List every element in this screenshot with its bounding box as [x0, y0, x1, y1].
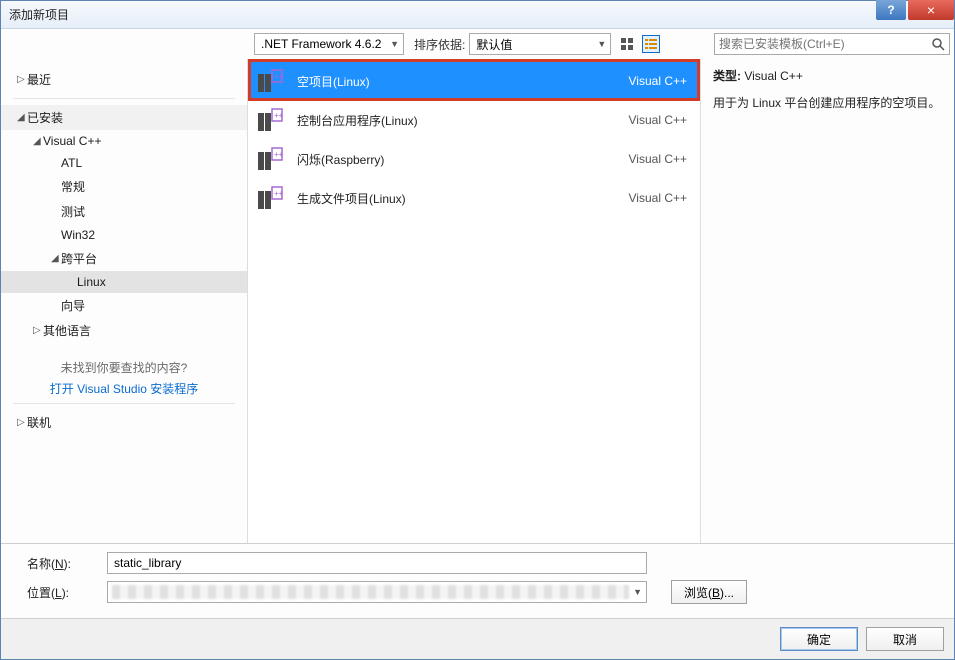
sidebar-linux[interactable]: Linux [1, 271, 247, 293]
template-name: 生成文件项目(Linux) [297, 190, 629, 207]
location-value [112, 585, 629, 599]
template-type: Visual C++ [629, 152, 687, 166]
template-type: Visual C++ [629, 74, 687, 88]
footer: 确定 取消 [1, 618, 954, 659]
search-icon [931, 37, 945, 51]
location-label: 位置(L): [27, 584, 107, 601]
project-icon: ++ [255, 184, 285, 212]
sidebar-hint: 未找到你要查找的内容? [1, 359, 247, 376]
toolbar: .NET Framework 4.6.2 ▼ 排序依据: 默认值 ▼ [248, 29, 700, 59]
svg-text:++: ++ [274, 189, 284, 198]
location-dropdown[interactable]: ▼ [107, 581, 647, 603]
new-project-dialog: 添加新项目 ? × .NET Framework 4.6.2 ▼ 排序依据: 默… [0, 0, 955, 660]
project-icon: ++ [255, 67, 285, 95]
sidebar-wizard[interactable]: 向导 [1, 293, 247, 318]
open-installer-link[interactable]: 打开 Visual Studio 安装程序 [1, 380, 247, 397]
grid-view-icon[interactable] [619, 36, 635, 52]
template-name: 空项目(Linux) [297, 73, 629, 90]
template-blink[interactable]: ++ 闪烁(Raspberry) Visual C++ [249, 140, 699, 178]
sidebar-otherlang[interactable]: ▷其他语言 [1, 318, 247, 343]
template-panel: ++ 空项目(Linux) Visual C++ ++ 控制台应用程序(Linu… [248, 59, 701, 543]
window-title: 添加新项目 [9, 6, 876, 23]
framework-label: .NET Framework 4.6.2 [261, 37, 381, 51]
sidebar-win32[interactable]: Win32 [1, 224, 247, 246]
sidebar-atl[interactable]: ATL [1, 152, 247, 174]
name-field[interactable] [107, 552, 647, 574]
template-name: 控制台应用程序(Linux) [297, 112, 629, 129]
sidebar-online[interactable]: ▷联机 [1, 410, 247, 435]
template-list: ++ 空项目(Linux) Visual C++ ++ 控制台应用程序(Linu… [248, 59, 700, 217]
svg-text:++: ++ [274, 150, 284, 159]
list-view-icon[interactable] [643, 36, 659, 52]
close-button[interactable]: × [908, 0, 954, 20]
sidebar-visualcpp[interactable]: ◢Visual C++ [1, 130, 247, 152]
description: 用于为 Linux 平台创建应用程序的空项目。 [713, 94, 942, 113]
framework-dropdown[interactable]: .NET Framework 4.6.2 ▼ [254, 33, 404, 55]
project-icon: ++ [255, 106, 285, 134]
template-empty-project[interactable]: ++ 空项目(Linux) Visual C++ [249, 62, 699, 100]
sort-value: 默认值 [476, 36, 512, 53]
template-type: Visual C++ [629, 191, 687, 205]
template-type: Visual C++ [629, 113, 687, 127]
search-box[interactable] [714, 33, 950, 55]
template-name: 闪烁(Raspberry) [297, 151, 629, 168]
form-area: 名称(N): 位置(L): ▼ 浏览(B)... [1, 543, 954, 618]
sidebar-installed[interactable]: ◢已安装 [1, 105, 247, 130]
sidebar-crossplat[interactable]: ◢跨平台 [1, 246, 247, 271]
content: .NET Framework 4.6.2 ▼ 排序依据: 默认值 ▼ [1, 29, 954, 659]
browse-button[interactable]: 浏览(B)... [671, 580, 747, 604]
titlebar[interactable]: 添加新项目 ? × [1, 1, 954, 29]
ok-button[interactable]: 确定 [780, 627, 858, 651]
svg-text:++: ++ [274, 72, 284, 81]
project-icon: ++ [255, 145, 285, 173]
sidebar-recent[interactable]: ▷最近 [1, 67, 247, 92]
details-panel: 类型: Visual C++ 用于为 Linux 平台创建应用程序的空项目。 [701, 59, 954, 543]
window-buttons: ? × [876, 1, 954, 28]
chevron-down-icon: ▼ [597, 39, 606, 49]
sort-dropdown[interactable]: 默认值 ▼ [469, 33, 611, 55]
sidebar: ▷最近 ◢已安装 ◢Visual C++ ATL 常规 测试 Win32 ◢跨平… [1, 59, 248, 543]
sort-label: 排序依据: [414, 36, 465, 53]
template-console-app[interactable]: ++ 控制台应用程序(Linux) Visual C++ [249, 101, 699, 139]
search-input[interactable] [719, 37, 931, 51]
help-button[interactable]: ? [876, 0, 906, 20]
svg-text:++: ++ [274, 111, 284, 120]
chevron-down-icon: ▼ [390, 39, 399, 49]
cancel-button[interactable]: 取消 [866, 627, 944, 651]
sidebar-test[interactable]: 测试 [1, 199, 247, 224]
template-makefile[interactable]: ++ 生成文件项目(Linux) Visual C++ [249, 179, 699, 217]
name-label: 名称(N): [27, 555, 107, 572]
sidebar-general[interactable]: 常规 [1, 174, 247, 199]
type-row: 类型: Visual C++ [713, 67, 942, 84]
chevron-down-icon: ▼ [633, 587, 642, 597]
